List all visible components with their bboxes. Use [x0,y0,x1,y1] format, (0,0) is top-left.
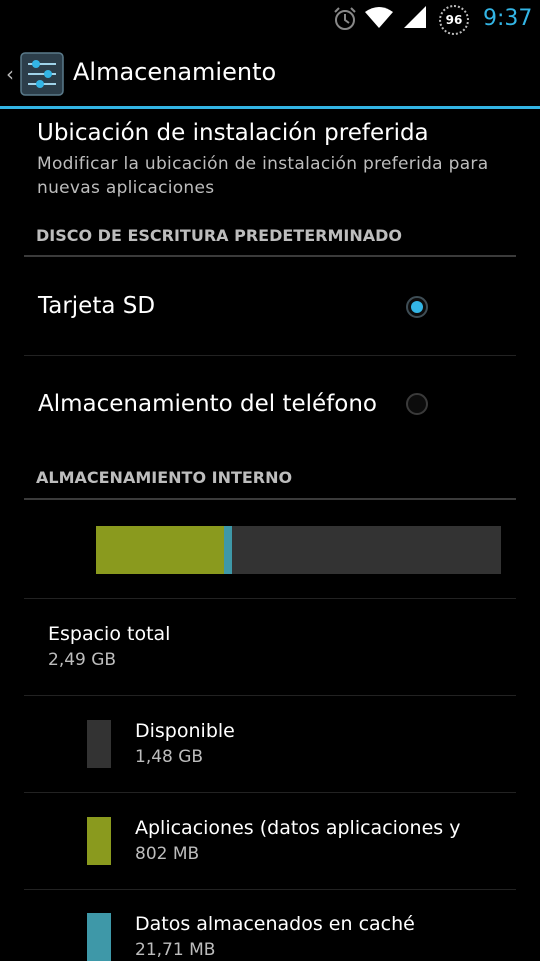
storage-usage-bar [96,526,501,574]
usage-segment [223,526,232,574]
install-location-summary: Modificar la ubicación de instalación pr… [37,154,489,198]
settings-app-icon[interactable] [20,52,64,96]
page-title: Almacenamiento [73,58,277,86]
usage-segment [96,526,224,574]
apps-value: 802 MB [135,844,200,864]
apps-color-swatch [87,817,111,865]
radio-label-phone-storage: Almacenamiento del teléfono [38,391,377,417]
available-value: 1,48 GB [135,747,204,767]
total-space-value: 2,49 GB [48,650,117,670]
battery-level: 96 [445,13,463,27]
cache-label: Datos almacenados en caché [135,913,415,935]
list-divider [24,598,516,599]
install-location-title: Ubicación de instalación preferida [37,120,429,146]
battery-level-badge: 96 [439,5,469,35]
available-color-swatch [87,720,111,768]
radio-dot [411,301,423,313]
section-header-internal-storage: ALMACENAMIENTO INTERNO [36,468,293,487]
list-divider [24,792,516,793]
section-divider [24,255,516,257]
list-divider [24,889,516,890]
radio-phone-storage[interactable] [406,393,428,415]
cache-color-swatch [87,913,111,961]
available-label: Disponible [135,720,235,742]
section-divider [24,498,516,500]
status-bar: 96 9:37 [0,0,540,38]
list-divider [24,355,516,356]
usage-segment [231,526,501,574]
cache-value: 21,71 MB [135,940,216,960]
signal-icon [404,6,426,28]
list-divider [24,695,516,696]
total-space-label: Espacio total [48,623,171,645]
radio-sd-card[interactable] [406,296,428,318]
radio-label-sd-card: Tarjeta SD [38,293,156,319]
apps-label: Aplicaciones (datos aplicaciones y [135,817,461,839]
wifi-icon [365,7,393,28]
alarm-icon [334,7,356,30]
clock: 9:37 [483,6,533,31]
action-bar-divider [0,106,540,109]
section-header-default-write-disk: DISCO DE ESCRITURA PREDETERMINADO [36,226,402,245]
back-chevron-icon[interactable]: ‹ [6,62,14,86]
action-bar[interactable]: ‹ Almacenamiento [0,38,540,106]
